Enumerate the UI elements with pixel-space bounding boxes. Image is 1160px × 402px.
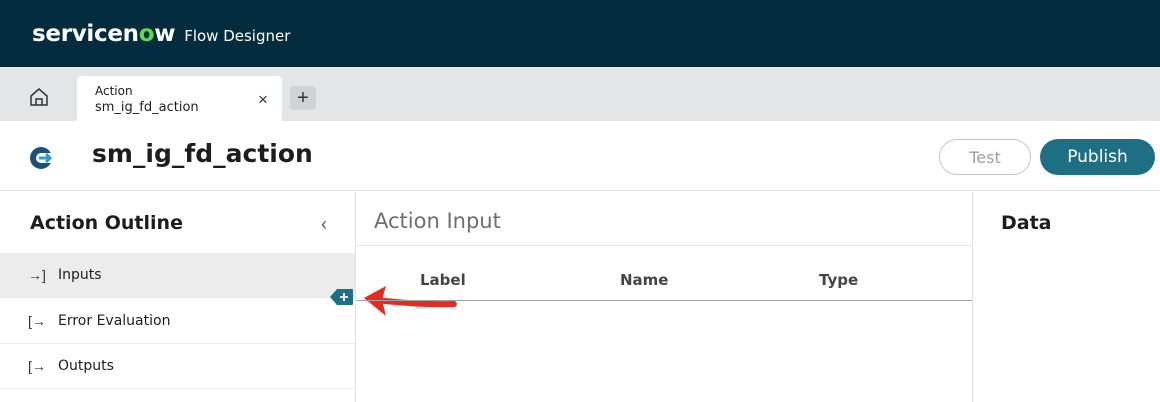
plus-icon: + xyxy=(297,87,309,109)
tab-strip: Action sm_ig_fd_action × + xyxy=(0,67,1160,121)
add-step-button[interactable] xyxy=(328,286,354,308)
publish-button[interactable]: Publish xyxy=(1040,139,1155,175)
home-icon xyxy=(30,88,48,106)
output-icon: [→ xyxy=(28,358,46,374)
tab-title: Action xyxy=(95,84,133,98)
panel-title: Action Input xyxy=(374,209,501,233)
table-header-divider xyxy=(357,300,972,301)
servicenow-logo: servicenow xyxy=(32,20,176,47)
output-icon: [→ xyxy=(28,313,46,329)
action-input-panel: Action Input Label Name Type xyxy=(357,192,973,402)
page-title: sm_ig_fd_action xyxy=(92,139,313,168)
column-header-label: Label xyxy=(420,271,466,289)
app-name: Flow Designer xyxy=(184,26,291,45)
collapse-icon[interactable]: ‹ xyxy=(321,214,327,235)
data-panel-title: Data xyxy=(1001,212,1052,234)
outline-item-inputs[interactable]: →] Inputs xyxy=(0,253,355,298)
divider xyxy=(357,245,972,246)
home-button[interactable] xyxy=(22,81,56,113)
input-icon: →] xyxy=(28,267,46,283)
brand[interactable]: servicenow Flow Designer xyxy=(32,21,290,47)
close-icon[interactable]: × xyxy=(258,91,268,108)
tab-subtitle: sm_ig_fd_action xyxy=(95,100,199,115)
column-header-type: Type xyxy=(819,271,859,289)
action-header: sm_ig_fd_action Test Publish xyxy=(0,121,1160,191)
data-panel: Data xyxy=(974,192,1160,402)
column-header-name: Name xyxy=(620,271,669,289)
outline-item-label: Outputs xyxy=(58,358,114,374)
outline-item-error-evaluation[interactable]: [→ Error Evaluation xyxy=(0,299,355,344)
outline-item-outputs[interactable]: [→ Outputs xyxy=(0,344,355,389)
top-bar: servicenow Flow Designer xyxy=(0,0,1160,67)
outline-item-label: Error Evaluation xyxy=(58,313,171,329)
action-icon xyxy=(30,147,54,169)
outline-title: Action Outline xyxy=(30,212,183,234)
add-tab-button[interactable]: + xyxy=(290,86,316,110)
outline-item-label: Inputs xyxy=(58,267,102,283)
tab-action[interactable]: Action sm_ig_fd_action × xyxy=(77,76,282,121)
action-outline-panel: Action Outline ‹ →] Inputs [→ Error Eval… xyxy=(0,192,356,402)
test-button[interactable]: Test xyxy=(939,139,1031,175)
